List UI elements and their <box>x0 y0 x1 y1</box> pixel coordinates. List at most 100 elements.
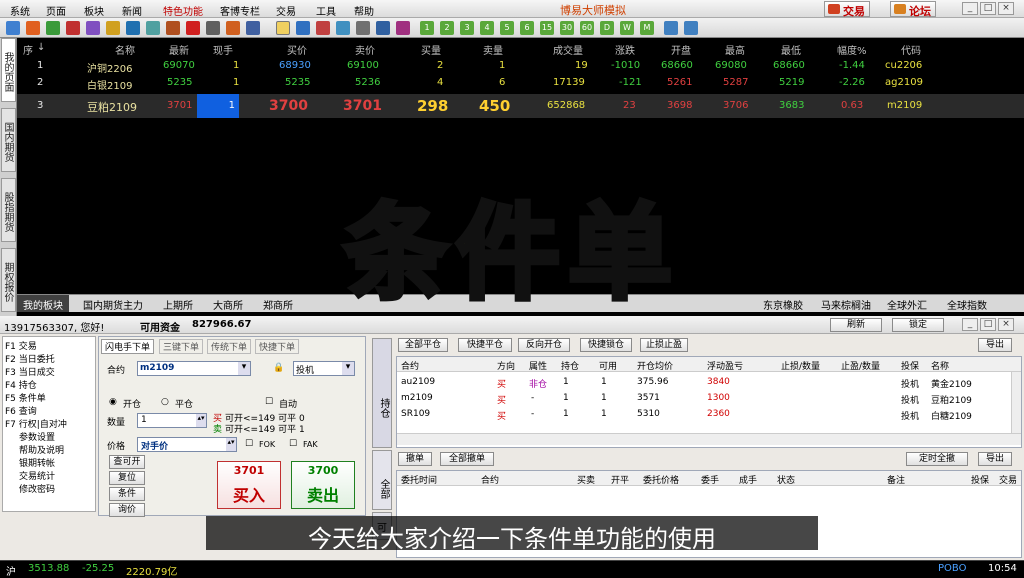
back-icon[interactable] <box>6 21 20 35</box>
stop-loss-profit-button[interactable]: 止损止盈 <box>640 338 688 352</box>
menu-item-today-orders[interactable]: F2 当日委托 <box>5 352 55 365</box>
tab-main-contracts[interactable]: 国内期货主力 <box>83 297 143 312</box>
refresh-icon[interactable] <box>66 21 80 35</box>
maximize-button[interactable]: □ <box>980 2 996 15</box>
col-contract[interactable]: 合约 <box>481 471 499 486</box>
condition-button[interactable]: 条件 <box>109 487 145 501</box>
header-last[interactable]: 最新 <box>169 42 189 57</box>
col-stop-loss[interactable]: 止损/数量 <box>781 357 820 372</box>
header-seq[interactable]: 序 <box>23 42 33 57</box>
chart-icon[interactable] <box>86 21 100 35</box>
refresh-button[interactable]: 刷新 <box>830 318 882 332</box>
period-day-button[interactable]: D <box>600 21 614 35</box>
tab-dce[interactable]: 大商所 <box>213 297 243 312</box>
col-order-price[interactable]: 委托价格 <box>643 471 679 486</box>
trade-button[interactable]: 交易 <box>824 1 870 18</box>
zoom-out-icon[interactable] <box>684 21 698 35</box>
panel-close-button[interactable]: × <box>998 318 1014 331</box>
quote-row[interactable]: 1 沪铜2206 69070 1 68930 69100 2 1 19 -101… <box>17 58 1024 75</box>
menu-item-exercise[interactable]: F7 行权|自对冲 <box>5 417 67 430</box>
header-open[interactable]: 开盘 <box>671 42 691 57</box>
depth-icon[interactable] <box>336 21 350 35</box>
period-1-button[interactable]: 1 <box>420 21 434 35</box>
period-3-button[interactable]: 3 <box>460 21 474 35</box>
menu-trade[interactable]: 交易 <box>276 3 296 18</box>
forum-button[interactable]: 论坛 <box>890 1 936 18</box>
tab-all-vertical[interactable]: 全部 <box>372 450 392 510</box>
tab-quick[interactable]: 快捷下单 <box>255 339 300 354</box>
hedge-select[interactable]: 投机 ▾ <box>293 361 355 376</box>
lock-icon[interactable]: 🔒 <box>273 363 284 373</box>
tab-palm-oil[interactable]: 马来棕榈油 <box>821 297 871 312</box>
quick-close-button[interactable]: 快捷平仓 <box>458 338 512 352</box>
watch-icon[interactable] <box>146 21 160 35</box>
panel-minimize-button[interactable]: _ <box>962 318 978 331</box>
tab-options[interactable]: 期权报价 <box>1 248 16 312</box>
menu-item-query[interactable]: F6 查询 <box>5 404 37 417</box>
header-low[interactable]: 最低 <box>781 42 801 57</box>
lock-icon[interactable] <box>246 21 260 35</box>
period-30-button[interactable]: 30 <box>560 21 574 35</box>
menu-item-help[interactable]: 帮助及说明 <box>19 443 64 456</box>
zoom-in-icon[interactable] <box>664 21 678 35</box>
col-take-profit[interactable]: 止盈/数量 <box>841 357 880 372</box>
cancel-order-button[interactable]: 撤单 <box>398 452 432 466</box>
horizontal-scrollbar[interactable] <box>397 433 1021 445</box>
tab-global-index[interactable]: 全球指数 <box>947 297 987 312</box>
tab-flash-order[interactable]: 闪电手下单 <box>101 339 155 354</box>
tab-domestic-futures[interactable]: 国内期货 <box>1 108 16 172</box>
menu-item-today-deals[interactable]: F3 当日成交 <box>5 365 55 378</box>
col-hedge[interactable]: 投保 <box>971 471 989 486</box>
timed-cancel-all-button[interactable]: 定时全撤 <box>906 452 968 466</box>
cancel-all-button[interactable]: 全部撤单 <box>440 452 494 466</box>
fenshi-icon[interactable] <box>316 21 330 35</box>
lock-button[interactable]: 锁定 <box>892 318 944 332</box>
header-bidq[interactable]: 买量 <box>421 42 441 57</box>
fok-checkbox[interactable]: ☐ <box>245 439 253 449</box>
position-row[interactable]: SR109 买 - 1 1 5310 2360 投机 白糖2109 <box>397 407 1021 422</box>
menu-page[interactable]: 页面 <box>46 3 66 18</box>
stepper-arrows-icon[interactable]: ▴▾ <box>196 414 206 427</box>
query-open-button[interactable]: 查可开 <box>109 455 145 469</box>
col-avg-price[interactable]: 开仓均价 <box>637 357 673 372</box>
tab-positions-vertical[interactable]: 持仓 <box>372 338 392 448</box>
quick-lock-button[interactable]: 快捷锁仓 <box>580 338 632 352</box>
tool-icon[interactable] <box>206 21 220 35</box>
tab-tokyo-rubber[interactable]: 东京橡胶 <box>763 297 803 312</box>
period-5-button[interactable]: 5 <box>500 21 514 35</box>
tab-index-futures[interactable]: 股指期货 <box>1 178 16 242</box>
menu-columns[interactable]: 客博专栏 <box>220 3 260 18</box>
col-filled-qty[interactable]: 成手 <box>739 471 757 486</box>
col-available[interactable]: 可用 <box>599 357 617 372</box>
export-orders-button[interactable]: 导出 <box>978 452 1012 466</box>
col-order-qty[interactable]: 委手 <box>701 471 719 486</box>
menu-tools[interactable]: 工具 <box>316 3 336 18</box>
open-radio[interactable]: ◉ <box>109 397 117 407</box>
header-pct[interactable]: 幅度% <box>837 42 867 57</box>
tab-forex[interactable]: 全球外汇 <box>887 297 927 312</box>
draw-icon[interactable] <box>186 21 200 35</box>
tab-my-sector[interactable]: 我的板块 <box>17 295 69 312</box>
period-6-button[interactable]: 6 <box>520 21 534 35</box>
tab-three-key[interactable]: 三键下单 <box>159 339 204 354</box>
quote-row-selected[interactable]: 3 豆粕2109 3701 1 3700 3701 298 450 652868… <box>17 94 1024 118</box>
header-ask[interactable]: 卖价 <box>355 42 375 57</box>
auto-checkbox[interactable]: ☐ <box>265 397 273 407</box>
period-15-button[interactable]: 15 <box>540 21 554 35</box>
col-attr[interactable]: 属性 <box>529 357 547 372</box>
header-askq[interactable]: 卖量 <box>483 42 503 57</box>
menu-sector[interactable]: 板块 <box>84 3 104 18</box>
tab-shfe[interactable]: 上期所 <box>163 297 193 312</box>
col-hedge[interactable]: 投保 <box>901 357 919 372</box>
header-name[interactable]: 名称 <box>115 42 135 57</box>
col-contract[interactable]: 合约 <box>401 357 419 372</box>
price-select[interactable]: 对手价 ▴▾ <box>137 437 237 452</box>
col-float-pnl[interactable]: 浮动盈亏 <box>707 357 743 372</box>
menu-system[interactable]: 系统 <box>10 3 30 18</box>
news-icon[interactable] <box>106 21 120 35</box>
sell-button[interactable]: 3700 卖出 <box>291 461 355 509</box>
menu-item-positions[interactable]: F4 持仓 <box>5 378 37 391</box>
panel-restore-button[interactable]: □ <box>980 318 996 331</box>
menu-item-change-password[interactable]: 修改密码 <box>19 482 55 495</box>
menu-news[interactable]: 新闻 <box>122 3 142 18</box>
